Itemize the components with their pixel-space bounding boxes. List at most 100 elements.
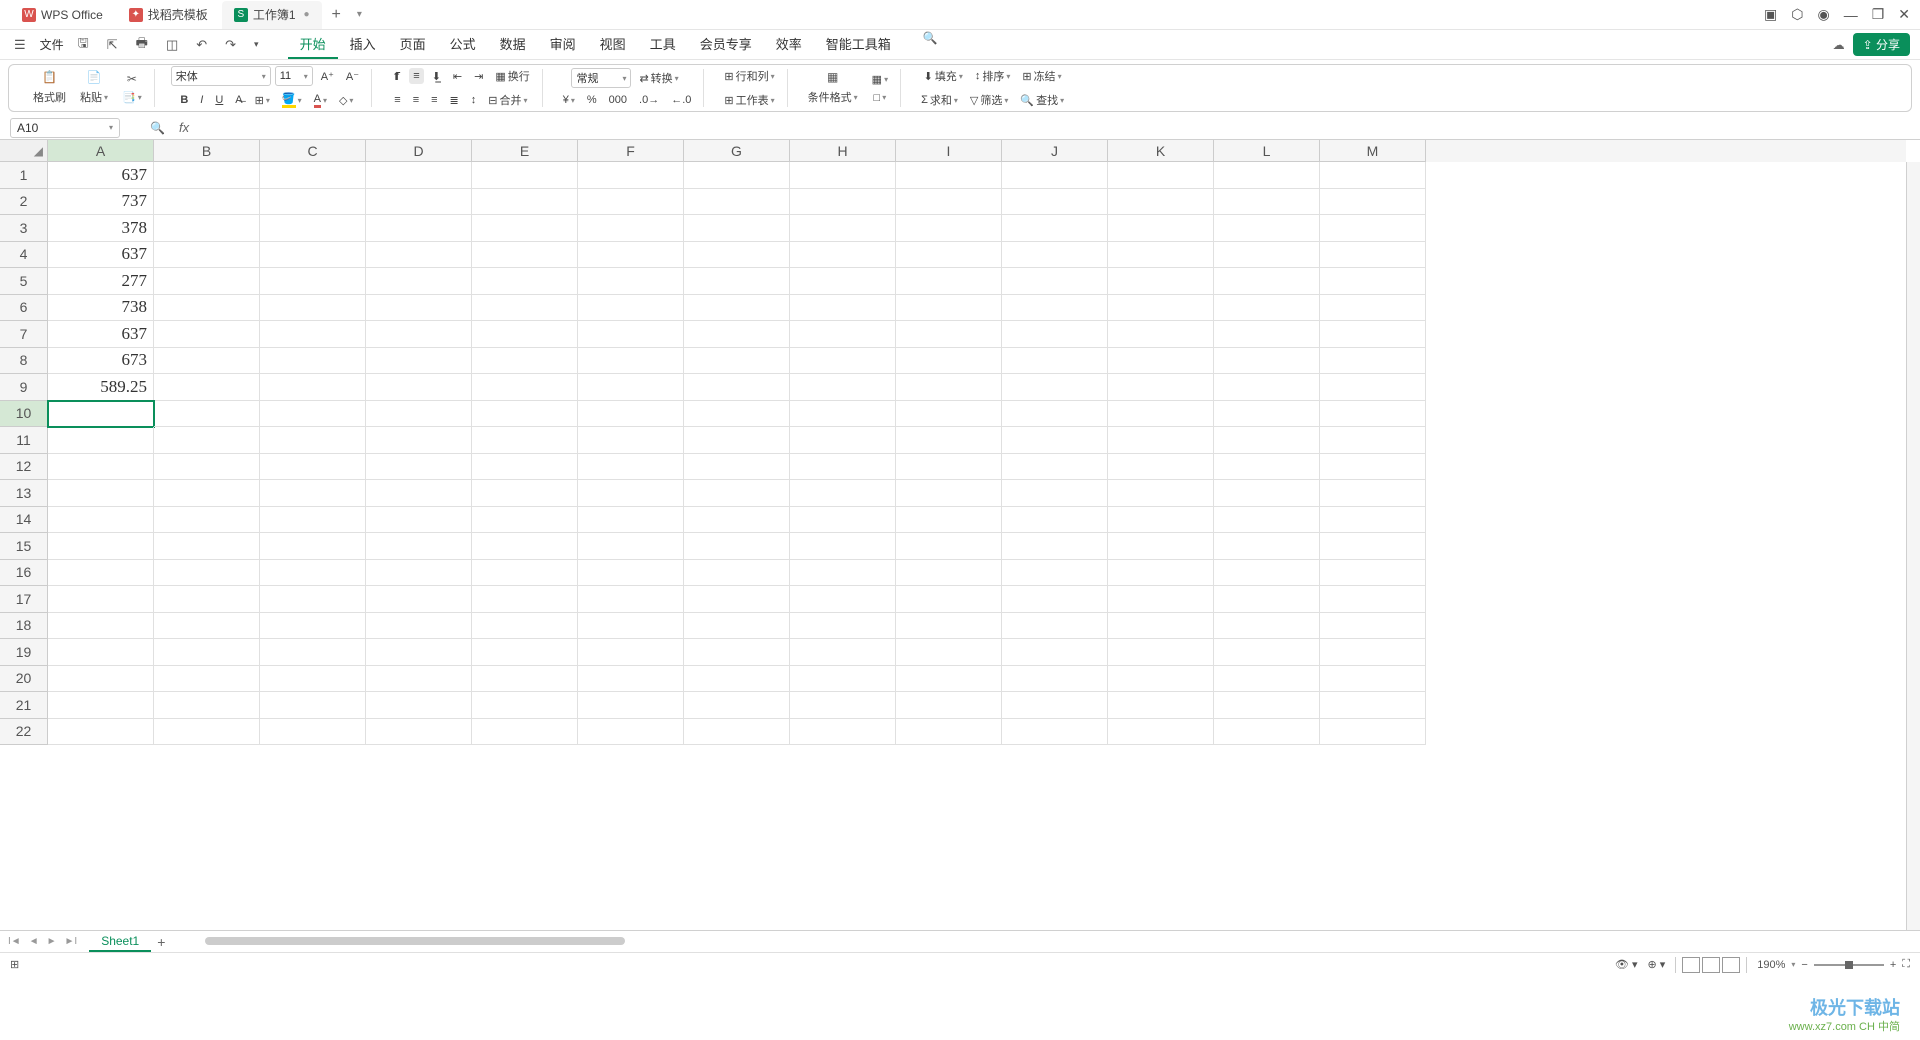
cell[interactable] (1214, 586, 1320, 613)
align-center-button[interactable]: ≡ (409, 92, 423, 108)
cell[interactable] (154, 268, 260, 295)
cell[interactable] (260, 719, 366, 746)
cell[interactable] (472, 507, 578, 534)
cell[interactable] (472, 162, 578, 189)
table-icon[interactable]: ▦ (825, 69, 841, 85)
cell[interactable]: 378 (48, 215, 154, 242)
cell[interactable] (684, 348, 790, 375)
cell[interactable] (154, 374, 260, 401)
cell[interactable]: 637 (48, 321, 154, 348)
cell[interactable] (154, 639, 260, 666)
minimize-icon[interactable]: — (1844, 7, 1858, 23)
cell[interactable] (1214, 666, 1320, 693)
maximize-icon[interactable]: ❐ (1872, 6, 1885, 23)
cell[interactable] (154, 613, 260, 640)
cell[interactable] (790, 507, 896, 534)
cell[interactable] (1002, 692, 1108, 719)
column-header[interactable]: A (48, 140, 154, 162)
cell[interactable] (790, 268, 896, 295)
inc-decimal-button[interactable]: .0→ (635, 92, 663, 108)
cell[interactable]: 637 (48, 242, 154, 269)
cell[interactable] (260, 560, 366, 587)
paste-button[interactable]: 粘贴▾ (76, 87, 112, 107)
cell[interactable]: 737 (48, 189, 154, 216)
tab-efficiency[interactable]: 效率 (764, 31, 814, 59)
cell[interactable] (578, 401, 684, 428)
cell[interactable] (154, 719, 260, 746)
cell[interactable] (684, 162, 790, 189)
cell[interactable] (896, 268, 1002, 295)
cell[interactable] (48, 427, 154, 454)
cell[interactable] (366, 507, 472, 534)
column-header[interactable]: B (154, 140, 260, 162)
cell[interactable] (260, 215, 366, 242)
cell[interactable] (48, 401, 154, 428)
cell[interactable] (1320, 692, 1426, 719)
cell[interactable] (366, 719, 472, 746)
cell[interactable] (48, 586, 154, 613)
cell[interactable] (578, 295, 684, 322)
select-all-corner[interactable]: ◢ (0, 140, 48, 162)
number-format-select[interactable]: 常规▾ (571, 68, 631, 88)
cell[interactable] (366, 692, 472, 719)
cond-format-button[interactable]: 条件格式▾ (804, 87, 862, 107)
font-size-select[interactable]: 11▾ (275, 66, 313, 86)
cell[interactable] (48, 560, 154, 587)
align-justify-button[interactable]: ≣ (446, 92, 463, 109)
column-header[interactable]: E (472, 140, 578, 162)
cell[interactable] (1002, 613, 1108, 640)
zoom-slider[interactable] (1814, 964, 1884, 966)
cell[interactable] (366, 613, 472, 640)
row-header[interactable]: 12 (0, 454, 48, 481)
tab-review[interactable]: 审阅 (538, 31, 588, 59)
zoom-level[interactable]: 190% (1757, 959, 1785, 971)
row-header[interactable]: 11 (0, 427, 48, 454)
cell[interactable] (1214, 613, 1320, 640)
cell[interactable] (472, 427, 578, 454)
indent-inc-button[interactable]: ⇥ (470, 68, 487, 85)
cell[interactable] (472, 586, 578, 613)
cell[interactable] (366, 321, 472, 348)
cell[interactable] (1214, 560, 1320, 587)
cell[interactable] (1108, 507, 1214, 534)
decrease-font-button[interactable]: A⁻ (342, 68, 363, 85)
cell[interactable] (1320, 560, 1426, 587)
cell[interactable] (366, 639, 472, 666)
first-sheet-button[interactable]: I◄ (6, 936, 23, 947)
font-select[interactable]: 宋体▾ (171, 66, 271, 86)
cell[interactable] (1320, 162, 1426, 189)
cell[interactable] (366, 374, 472, 401)
cell[interactable] (48, 507, 154, 534)
cell[interactable] (1214, 374, 1320, 401)
cell[interactable] (896, 666, 1002, 693)
panel-icon[interactable]: ▣ (1764, 6, 1777, 23)
clear-button[interactable]: ◇▾ (335, 92, 357, 109)
cell[interactable] (684, 401, 790, 428)
cell[interactable] (260, 189, 366, 216)
user-icon[interactable]: ◉ (1817, 6, 1829, 23)
cell[interactable] (1108, 162, 1214, 189)
increase-font-button[interactable]: A⁺ (317, 68, 338, 85)
wrap-button[interactable]: ▦ 换行 (491, 66, 533, 86)
close-icon[interactable]: ● (304, 9, 310, 20)
cell[interactable] (366, 586, 472, 613)
cell[interactable] (1002, 454, 1108, 481)
cell[interactable] (578, 162, 684, 189)
cell[interactable] (790, 295, 896, 322)
cell[interactable] (48, 666, 154, 693)
cell[interactable] (1002, 374, 1108, 401)
cell[interactable] (154, 480, 260, 507)
cell[interactable] (896, 295, 1002, 322)
link-icon[interactable]: ⇱ (103, 35, 122, 55)
column-header[interactable]: I (896, 140, 1002, 162)
row-header[interactable]: 9 (0, 374, 48, 401)
strikethrough-button[interactable]: A̶ (231, 92, 246, 108)
cell[interactable] (1214, 480, 1320, 507)
cell[interactable] (1002, 321, 1108, 348)
tab-smart[interactable]: 智能工具箱 (814, 31, 903, 59)
tab-view[interactable]: 视图 (588, 31, 638, 59)
cell[interactable] (1002, 507, 1108, 534)
cell[interactable] (790, 666, 896, 693)
column-header[interactable]: M (1320, 140, 1426, 162)
cell[interactable] (1108, 268, 1214, 295)
